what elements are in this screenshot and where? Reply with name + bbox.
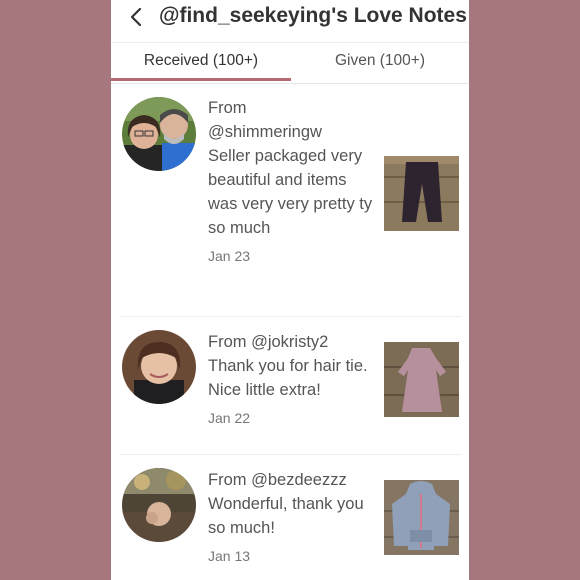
note-date: Jan 13 [208, 548, 251, 564]
from-label: From [208, 471, 247, 489]
from-label: From [208, 333, 247, 351]
chevron-left-icon [130, 7, 142, 27]
divider [119, 316, 461, 317]
divider [119, 454, 461, 455]
note-date: Jan 22 [208, 410, 251, 426]
avatar[interactable] [122, 330, 196, 404]
page-title: @find_seekeying's Love Notes [159, 4, 467, 27]
tab-bar: Received (100+) Given (100+) [111, 42, 469, 84]
active-tab-indicator [111, 78, 291, 81]
listing-thumbnail[interactable] [384, 156, 459, 231]
note-message: Thank you for hair tie. Nice little extr… [208, 357, 368, 399]
from-line: From @bezdeezzz [208, 468, 373, 492]
back-button[interactable] [121, 2, 151, 32]
from-line: From @jokristy2 [208, 330, 373, 354]
avatar[interactable] [122, 468, 196, 542]
tab-received[interactable]: Received (100+) [111, 43, 291, 81]
header: @find_seekeying's Love Notes [111, 0, 469, 40]
note-message: Wonderful, thank you so much! [208, 495, 364, 537]
note-text: From @jokristy2 Thank you for hair tie. … [208, 330, 373, 430]
username-link[interactable]: @jokristy2 [251, 333, 328, 351]
listing-thumbnail[interactable] [384, 342, 459, 417]
username-link[interactable]: @bezdeezzz [251, 471, 347, 489]
listing-thumbnail[interactable] [384, 480, 459, 555]
note-message: Seller packaged very beautiful and items… [208, 147, 373, 237]
username-link[interactable]: @shimmeringw [208, 120, 373, 144]
from-line: From [208, 96, 373, 120]
from-label: From [208, 99, 247, 117]
love-notes-screen: @find_seekeying's Love Notes Received (1… [111, 0, 469, 580]
avatar[interactable] [122, 97, 196, 171]
note-text: From @shimmeringw Seller packaged very b… [208, 96, 373, 268]
note-text: From @bezdeezzz Wonderful, thank you so … [208, 468, 373, 568]
tab-given[interactable]: Given (100+) [291, 43, 469, 81]
note-date: Jan 23 [208, 248, 251, 264]
